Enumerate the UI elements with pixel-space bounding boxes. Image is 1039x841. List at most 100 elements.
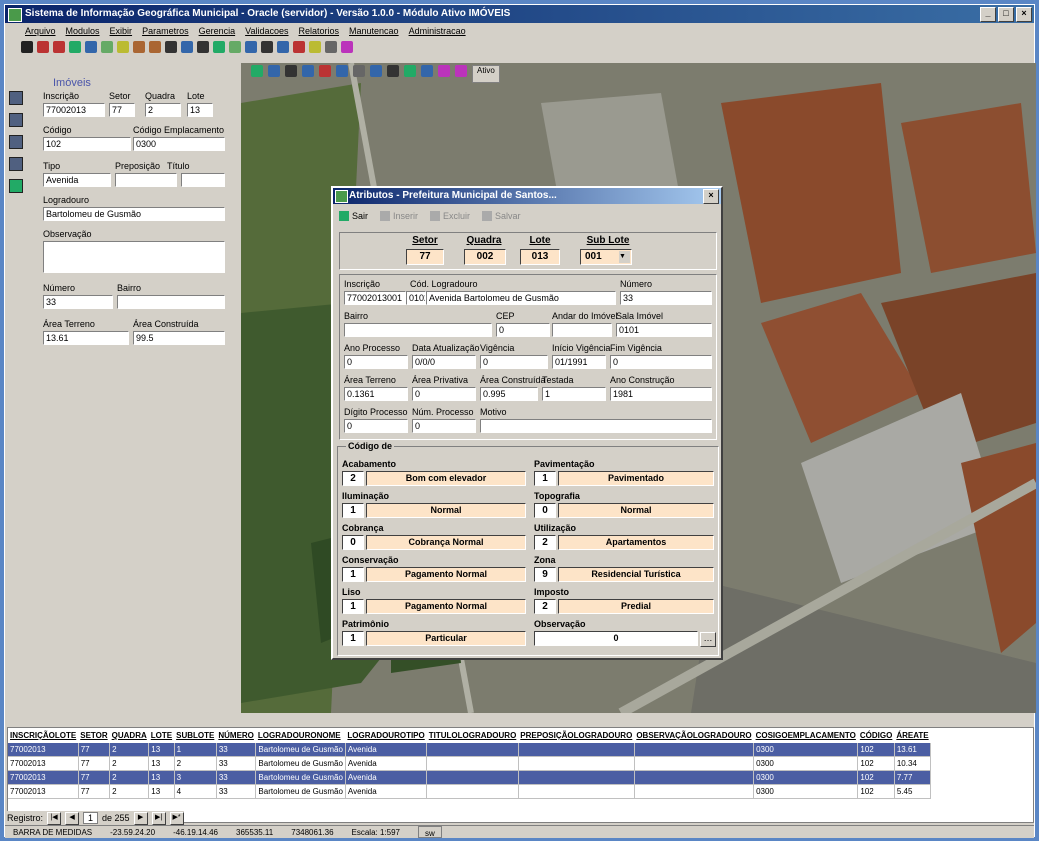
node-icon[interactable] xyxy=(302,65,314,77)
table-cell[interactable]: 33 xyxy=(216,784,257,799)
menu-modulos[interactable]: Modulos xyxy=(66,23,100,39)
fimvig-field[interactable]: 0 xyxy=(610,355,712,369)
table-cell[interactable]: 77 xyxy=(78,756,111,771)
table-cell[interactable]: 77 xyxy=(78,770,111,785)
menu-administracao[interactable]: Administracao xyxy=(409,23,466,39)
snap-icon[interactable] xyxy=(404,65,416,77)
cep-field[interactable]: 0 xyxy=(496,323,550,337)
areapriv-field[interactable]: 0 xyxy=(412,387,476,401)
dialog-close-button[interactable]: × xyxy=(703,189,719,204)
point-icon[interactable] xyxy=(245,41,257,53)
menu-parametros[interactable]: Parametros xyxy=(142,23,189,39)
vertex-icon[interactable] xyxy=(370,65,382,77)
polygon-icon[interactable] xyxy=(353,65,365,77)
menu-arquivo[interactable]: Arquivo xyxy=(25,23,56,39)
table-cell[interactable]: Bartolomeu de Gusmão xyxy=(255,784,346,799)
sala-field[interactable]: 0101 xyxy=(616,323,712,337)
iluminacao-value[interactable]: Normal xyxy=(366,503,526,518)
table-cell[interactable] xyxy=(426,784,519,799)
document-icon[interactable] xyxy=(9,157,23,171)
forward-icon[interactable] xyxy=(53,41,65,53)
table-cell[interactable]: 0300 xyxy=(753,770,859,785)
table-cell[interactable]: 77002013 xyxy=(8,743,79,757)
zona-value[interactable]: Residencial Turística xyxy=(558,567,714,582)
zoom-out-icon[interactable] xyxy=(149,41,161,53)
table-row[interactable]: 77002013 77 2 13 1 33 Bartolomeu de Gusmão Aven… xyxy=(8,743,932,757)
prev-record-button[interactable]: ◀ xyxy=(65,811,80,825)
refresh-icon[interactable] xyxy=(213,41,225,53)
patrimonio-value[interactable]: Particular xyxy=(366,631,526,646)
new-record-button[interactable]: ▶* xyxy=(169,811,184,825)
table-row[interactable]: 77002013 77 2 13 3 33 Bartolomeu de Gusmão Aven… xyxy=(8,770,932,785)
iniciovig-field[interactable]: 01/1991 xyxy=(552,355,606,369)
active-layer-indicator[interactable]: Ativo xyxy=(472,65,500,83)
zona-code[interactable]: 9 xyxy=(534,567,556,582)
quadra-header-field[interactable]: 002 xyxy=(464,249,506,265)
conservacao-code[interactable]: 1 xyxy=(342,567,364,582)
numero-field[interactable]: 33 xyxy=(620,291,712,305)
conservacao-value[interactable]: Pagamento Normal xyxy=(366,567,526,582)
utilizacao-value[interactable]: Apartamentos xyxy=(558,535,714,550)
rectangle-icon[interactable] xyxy=(336,65,348,77)
table-cell[interactable]: 10.34 xyxy=(894,756,932,771)
table-cell[interactable]: 33 xyxy=(216,756,257,771)
grid-icon[interactable] xyxy=(268,65,280,77)
menu-gerencia[interactable]: Gerencia xyxy=(199,23,236,39)
area-terreno-field[interactable]: 13.61 xyxy=(43,331,129,345)
last-record-button[interactable]: ▶| xyxy=(151,811,166,825)
table-cell[interactable] xyxy=(634,770,755,785)
col-logradouronome[interactable]: LOGRADOURONOME xyxy=(255,728,346,743)
table-cell[interactable]: 2 xyxy=(109,756,150,771)
table-cell[interactable]: 13 xyxy=(148,784,175,799)
motivo-field[interactable] xyxy=(480,419,712,433)
bairro-field[interactable] xyxy=(117,295,225,309)
delete-icon[interactable] xyxy=(319,65,331,77)
imposto-value[interactable]: Predial xyxy=(558,599,714,614)
table-cell[interactable] xyxy=(518,756,635,771)
areaconst-field[interactable]: 0.995 xyxy=(480,387,538,401)
inscricao-field[interactable]: 77002013 xyxy=(43,103,105,117)
table-cell[interactable]: 13.61 xyxy=(894,743,932,757)
table-row[interactable]: 77002013 77 2 13 4 33 Bartolomeu de Gusmão Aven… xyxy=(8,784,932,799)
home-icon[interactable] xyxy=(9,179,23,193)
lote-field[interactable]: 13 xyxy=(187,103,213,117)
patrimonio-code[interactable]: 1 xyxy=(342,631,364,646)
table-cell[interactable]: 33 xyxy=(216,770,257,785)
table-cell[interactable] xyxy=(634,756,755,771)
table-cell[interactable]: 4 xyxy=(174,784,217,799)
minimize-button[interactable]: _ xyxy=(980,7,996,22)
pavimentacao-value[interactable]: Pavimentado xyxy=(558,471,714,486)
form-icon[interactable] xyxy=(9,135,23,149)
anoproc-field[interactable]: 0 xyxy=(344,355,408,369)
cobranca-value[interactable]: Cobrança Normal xyxy=(366,535,526,550)
col-titulologradouro[interactable]: TITULOLOGRADOURO xyxy=(426,728,519,743)
layers-icon[interactable] xyxy=(85,41,97,53)
sublote-select[interactable]: 001 ▼ xyxy=(580,249,632,265)
table-cell[interactable]: Avenida xyxy=(345,770,428,785)
table-cell[interactable] xyxy=(634,784,755,799)
table-cell[interactable]: 102 xyxy=(857,770,895,785)
vigencia-field[interactable]: 0 xyxy=(480,355,548,369)
col-numero[interactable]: NÚMERO xyxy=(216,728,256,743)
map-icon[interactable] xyxy=(229,41,241,53)
filter-icon[interactable] xyxy=(455,65,467,77)
table-cell[interactable]: 102 xyxy=(857,743,895,757)
table-cell[interactable] xyxy=(634,743,755,757)
table-cell[interactable]: 7.77 xyxy=(894,770,932,785)
inserir-button[interactable]: Inserir xyxy=(380,208,418,224)
next-record-button[interactable]: ▶ xyxy=(133,811,148,825)
attribute-icon[interactable] xyxy=(438,65,450,77)
andar-field[interactable] xyxy=(552,323,612,337)
select-icon[interactable] xyxy=(165,41,177,53)
observacao-code-value[interactable]: 0 xyxy=(534,631,698,646)
cobranca-code[interactable]: 0 xyxy=(342,535,364,550)
binoculars-icon[interactable] xyxy=(9,91,23,105)
pan-icon[interactable] xyxy=(21,41,33,53)
table-cell[interactable] xyxy=(518,784,635,799)
table-cell[interactable]: 77002013 xyxy=(8,756,79,771)
table-cell[interactable]: 2 xyxy=(109,784,150,799)
identify-icon[interactable] xyxy=(181,41,193,53)
codigo-emplacamento-field[interactable]: 0300 xyxy=(133,137,225,151)
col-setor[interactable]: SETOR xyxy=(78,728,110,743)
table-cell[interactable]: 0300 xyxy=(753,756,859,771)
